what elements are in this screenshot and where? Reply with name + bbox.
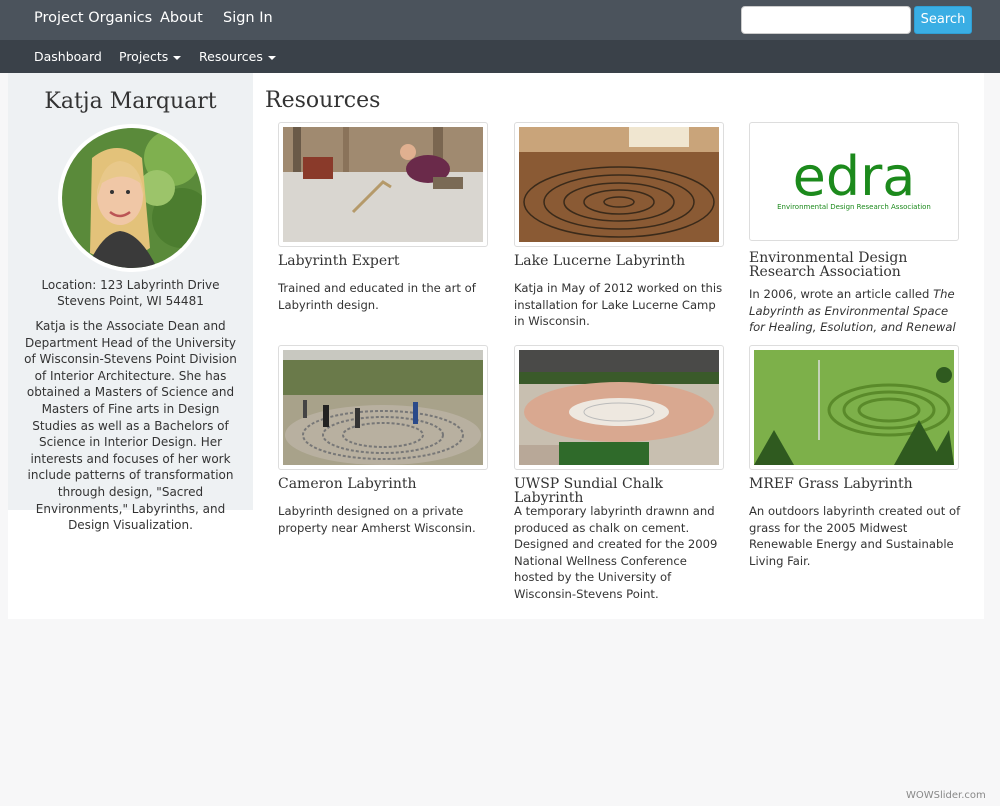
nav-projects-dropdown[interactable]: Projects (119, 49, 182, 64)
profile-bio: Katja is the Associate Dean and Departme… (24, 319, 237, 533)
nav-projects-label: Projects (119, 49, 169, 64)
search-input[interactable] (741, 6, 911, 34)
caret-down-icon (267, 55, 276, 60)
resource-title[interactable]: Cameron Labyrinth (278, 477, 498, 491)
resource-title[interactable]: UWSP Sundial Chalk Labyrinth (514, 477, 734, 505)
location-line2: Stevens Point, WI 54481 (57, 294, 204, 308)
resource-description: In 2006, wrote an article called The Lab… (749, 286, 964, 336)
resource-title[interactable]: Environmental Design Research Associatio… (749, 251, 969, 279)
resource-thumbnail[interactable] (278, 345, 488, 470)
edra-logo-word: edra (793, 145, 916, 208)
resource-thumbnail[interactable] (514, 345, 724, 470)
resource-title[interactable]: Lake Lucerne Labyrinth (514, 254, 734, 268)
resource-title[interactable]: Labyrinth Expert (278, 254, 498, 268)
resource-description-prefix: In 2006, wrote an article called (749, 287, 934, 301)
resource-thumbnail[interactable] (278, 122, 488, 247)
page-title: Resources (265, 88, 381, 113)
resource-description: Labyrinth designed on a private property… (278, 504, 476, 535)
edra-logo: edra Environmental Design Research Assoc… (754, 127, 954, 236)
nav-resources-dropdown[interactable]: Resources (199, 49, 276, 64)
brand-link[interactable]: Project Organics (34, 10, 152, 26)
sign-in-link[interactable]: Sign In (223, 10, 273, 26)
about-link[interactable]: About (160, 10, 203, 26)
profile-name: Katja Marquart (44, 89, 217, 114)
watermark: WOWSlider.com (906, 790, 986, 801)
labyrinth-expert-photo (283, 127, 483, 242)
cameron-labyrinth-photo (283, 350, 483, 465)
resource-description: A temporary labyrinth drawnn and produce… (514, 504, 718, 601)
resource-thumbnail[interactable]: edra Environmental Design Research Assoc… (749, 122, 959, 241)
nav-dashboard[interactable]: Dashboard (34, 49, 102, 64)
profile-sidebar: Katja Marquart Location: 123 Labyrinth D… (8, 73, 253, 532)
resource-description: An outdoors labyrinth created out of gra… (749, 504, 961, 568)
profile-location: Location: 123 Labyrinth Drive Stevens Po… (8, 277, 253, 309)
resource-thumbnail[interactable] (514, 122, 724, 247)
location-line1: Location: 123 Labyrinth Drive (41, 278, 220, 292)
resource-description: Katja in May of 2012 worked on this inst… (514, 281, 723, 329)
avatar (58, 124, 206, 272)
edra-logo-subtitle: Environmental Design Research Associatio… (777, 203, 931, 211)
resource-thumbnail[interactable] (749, 345, 959, 470)
profile-photo (62, 128, 202, 268)
lake-lucerne-photo (519, 127, 719, 242)
grass-labyrinth-photo (754, 350, 954, 465)
sundial-chalk-photo (519, 350, 719, 465)
resource-description: Trained and educated in the art of Labyr… (278, 281, 476, 312)
secondary-navbar: Dashboard Projects Resources (0, 40, 1000, 73)
nav-resources-label: Resources (199, 49, 263, 64)
resource-title[interactable]: MREF Grass Labyrinth (749, 477, 969, 491)
search-button[interactable]: Search (914, 6, 972, 34)
top-navbar: Project Organics About Sign In Search (0, 0, 1000, 40)
caret-down-icon (173, 55, 182, 60)
